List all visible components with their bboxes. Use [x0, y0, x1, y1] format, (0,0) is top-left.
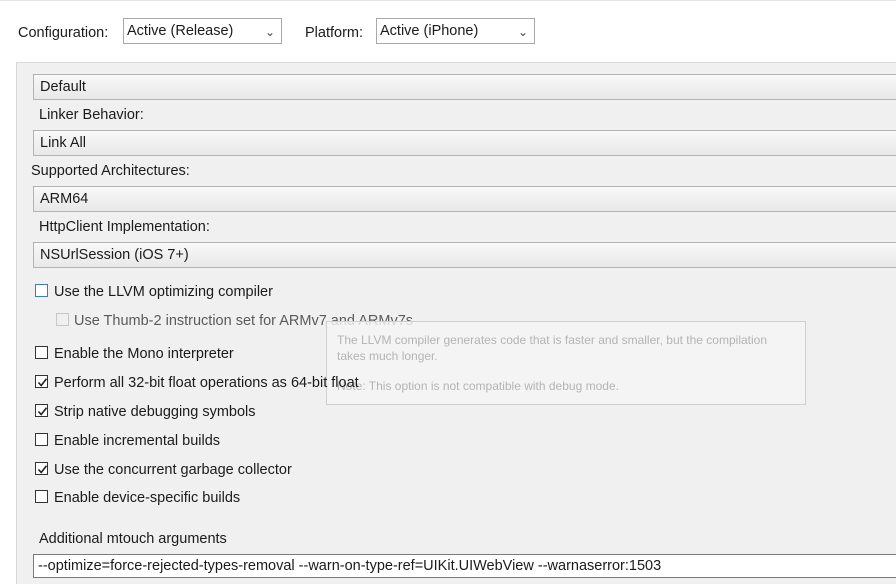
- supported-architectures-value: ARM64: [40, 191, 89, 207]
- mtouch-arguments-value: --optimize=force-rejected-types-removal …: [38, 558, 662, 574]
- supported-architectures-label: Supported Architectures:: [31, 163, 190, 179]
- sdk-version-dropdown[interactable]: Default: [33, 74, 896, 100]
- configuration-label: Configuration:: [18, 25, 109, 41]
- mtouch-arguments-label: Additional mtouch arguments: [39, 531, 227, 547]
- platform-value: Active (iPhone): [380, 23, 479, 39]
- platform-label: Platform:: [305, 25, 364, 41]
- checkmark-icon: [37, 407, 48, 416]
- chevron-down-icon: ⌄: [264, 25, 275, 39]
- checkmark-icon: [37, 465, 48, 474]
- linker-behavior-dropdown[interactable]: Link All: [33, 130, 896, 156]
- incremental-builds-checkbox[interactable]: [35, 433, 48, 446]
- tooltip-text: The LLVM compiler generates code that is…: [337, 333, 768, 363]
- supported-architectures-dropdown[interactable]: ARM64: [33, 186, 896, 212]
- configuration-value: Active (Release): [127, 23, 234, 39]
- mono-interpreter-label: Enable the Mono interpreter: [54, 346, 234, 362]
- llvm-compiler-checkbox[interactable]: [35, 284, 48, 297]
- strip-symbols-label: Strip native debugging symbols: [54, 404, 256, 420]
- linker-behavior-label: Linker Behavior:: [39, 107, 144, 123]
- checkmark-icon: [37, 378, 48, 387]
- httpclient-implementation-label: HttpClient Implementation:: [39, 219, 210, 235]
- device-specific-builds-label: Enable device-specific builds: [54, 490, 241, 506]
- linker-behavior-value: Link All: [40, 135, 86, 151]
- llvm-compiler-label: Use the LLVM optimizing compiler: [54, 284, 273, 300]
- configuration-select[interactable]: Active (Release) ⌄: [123, 18, 282, 44]
- tooltip-note: Note: This option is not compatible with…: [337, 379, 619, 393]
- mono-interpreter-checkbox[interactable]: [35, 346, 48, 359]
- thumb2-checkbox: [56, 313, 69, 326]
- device-specific-builds-checkbox[interactable]: [35, 490, 48, 503]
- llvm-tooltip: The LLVM compiler generates code that is…: [326, 321, 806, 405]
- chevron-down-icon: ⌄: [517, 25, 528, 39]
- mtouch-arguments-input[interactable]: --optimize=force-rejected-types-removal …: [33, 554, 896, 578]
- float64-label: Perform all 32-bit float operations as 6…: [54, 375, 359, 391]
- configuration-header: Configuration: Active (Release) ⌄ Platfo…: [0, 0, 896, 62]
- sdk-version-value: Default: [40, 79, 86, 95]
- strip-symbols-checkbox[interactable]: [35, 404, 48, 417]
- concurrent-gc-label: Use the concurrent garbage collector: [54, 462, 292, 478]
- concurrent-gc-checkbox[interactable]: [35, 462, 48, 475]
- httpclient-implementation-dropdown[interactable]: NSUrlSession (iOS 7+): [33, 242, 896, 268]
- float64-checkbox[interactable]: [35, 375, 48, 388]
- platform-select[interactable]: Active (iPhone) ⌄: [376, 18, 535, 44]
- httpclient-implementation-value: NSUrlSession (iOS 7+): [40, 247, 189, 263]
- incremental-builds-label: Enable incremental builds: [54, 433, 221, 449]
